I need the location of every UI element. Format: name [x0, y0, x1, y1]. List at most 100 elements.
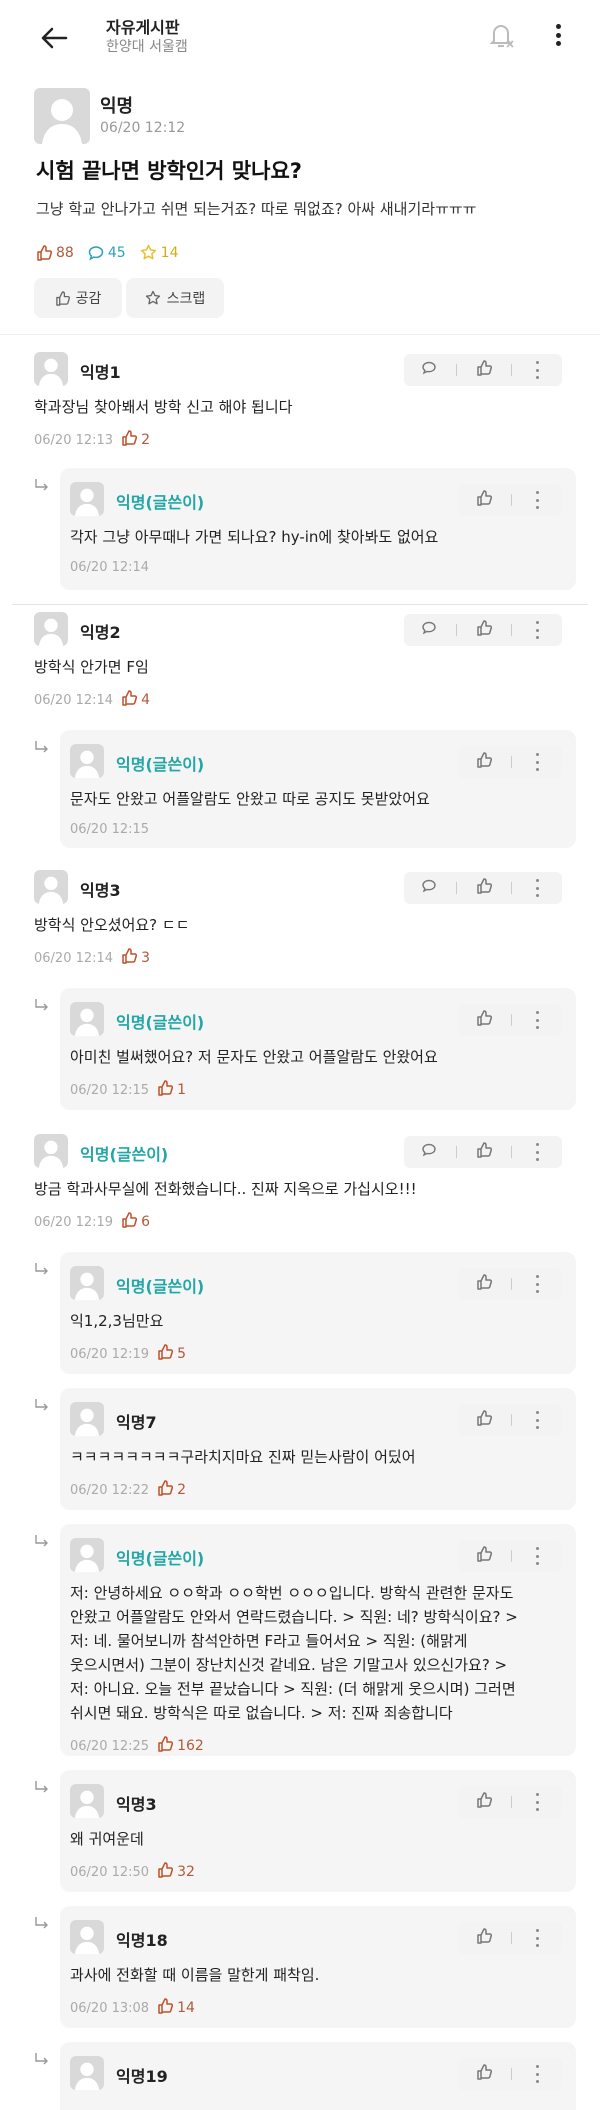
comment-date: 06/20 12:15	[70, 822, 150, 837]
reply-comment-icon[interactable]	[421, 360, 437, 380]
comment-actions	[458, 1922, 562, 1954]
reply-comment-icon[interactable]	[421, 620, 437, 640]
post-stats: 88 45 14	[36, 244, 178, 261]
reply-arrow-icon	[34, 478, 50, 494]
thumbs-up-icon[interactable]	[476, 878, 493, 898]
comment-author: 익명(글쓴이)	[116, 755, 205, 774]
reply-arrow-icon	[34, 1534, 50, 1550]
comment-text: 문자도 안왔고 어플알람도 안왔고 따로 공지도 못받았어요	[70, 790, 430, 808]
comment-like-count: 5	[157, 1344, 186, 1364]
avatar	[34, 352, 68, 386]
reply-arrow-icon	[34, 998, 50, 1014]
comment-more-icon[interactable]	[531, 1009, 545, 1031]
avatar	[70, 1920, 104, 1954]
comment-actions	[404, 614, 562, 646]
thumbs-up-icon[interactable]	[476, 1010, 492, 1030]
comment-like-count: 1	[157, 1080, 186, 1100]
reply-arrow-icon	[34, 1262, 50, 1278]
thumbs-up-icon[interactable]	[476, 1142, 493, 1162]
like-button[interactable]: 공감	[34, 278, 122, 318]
comment-text: 저: 안녕하세요 ㅇㅇ학과 ㅇㅇ학번 ㅇㅇㅇ입니다. 방학식 관련한 문자도	[70, 1584, 514, 1602]
comment-date: 06/20 12:22	[70, 1482, 150, 1498]
school-name: 한양대 서울캠	[106, 39, 188, 55]
thumbs-up-icon[interactable]	[476, 1410, 492, 1430]
thumbs-up-icon[interactable]	[476, 1274, 492, 1294]
comment-meta: 06/20 12:15	[70, 822, 149, 837]
comment-author: 익명(글쓴이)	[116, 1277, 205, 1296]
comment-actions	[404, 872, 562, 904]
comment-more-icon[interactable]	[531, 877, 545, 899]
comment-like-count: 2	[157, 1480, 186, 1500]
thumbs-up-icon[interactable]	[476, 620, 493, 640]
scrap-button[interactable]: 스크랩	[126, 278, 224, 318]
comment-date: 06/20 12:25	[70, 1738, 150, 1754]
comment-author: 익명1	[80, 363, 121, 382]
comment-more-icon[interactable]	[531, 1273, 545, 1295]
scrap-count: 14	[140, 244, 178, 261]
thread-divider	[12, 604, 588, 605]
comment-more-icon[interactable]	[531, 359, 545, 381]
comment-author: 익명19	[116, 2067, 168, 2086]
thumbs-up-icon[interactable]	[476, 490, 492, 510]
comment-more-icon[interactable]	[531, 1141, 545, 1163]
star-icon	[140, 244, 156, 260]
avatar	[70, 1002, 104, 1036]
avatar	[70, 1266, 104, 1300]
back-arrow-icon[interactable]	[36, 20, 72, 56]
avatar	[70, 2056, 104, 2090]
comment-meta: 06/20 13:08 14	[70, 1998, 195, 2018]
avatar	[34, 612, 68, 646]
notification-off-icon[interactable]	[484, 18, 518, 52]
reply-arrow-icon	[34, 1916, 50, 1932]
reply-comment-icon[interactable]	[421, 878, 437, 898]
thumbs-up-icon	[55, 290, 70, 306]
comment-actions	[458, 1004, 562, 1036]
comment-like-count: 6	[121, 1212, 150, 1232]
thumbs-up-icon	[157, 1080, 174, 1100]
comment-text: 아미친 벌써했어요? 저 문자도 안왔고 어플알람도 안왔어요	[70, 1048, 438, 1066]
like-count: 88	[36, 245, 74, 261]
thumbs-up-icon[interactable]	[476, 1792, 492, 1812]
comment-more-icon[interactable]	[531, 1791, 545, 1813]
comment-more-icon[interactable]	[531, 1545, 545, 1567]
comment-date: 06/20 12:15	[70, 1082, 150, 1098]
comment-more-icon[interactable]	[531, 1409, 545, 1431]
comment-more-icon[interactable]	[531, 751, 545, 773]
thumbs-up-icon[interactable]	[476, 752, 492, 772]
comment-author: 익명2	[80, 623, 121, 642]
comment-author: 익명(글쓴이)	[116, 493, 205, 512]
reply-comment-icon[interactable]	[421, 1142, 437, 1162]
comment-more-icon[interactable]	[531, 1927, 545, 1949]
comment-author: 익명(글쓴이)	[116, 1549, 205, 1568]
comment-text: 왜 귀여운데	[70, 1830, 144, 1848]
comment-text: 저: 네. 물어보니까 참석안하면 F라고 들어서요 > 직원: (해맑게	[70, 1632, 468, 1650]
thumbs-up-icon[interactable]	[476, 2064, 492, 2084]
thumbs-up-icon[interactable]	[476, 360, 493, 380]
thumbs-up-icon[interactable]	[476, 1928, 492, 1948]
comment-more-icon[interactable]	[531, 489, 545, 511]
post-author: 익명	[100, 96, 134, 117]
app-header: 자유게시판 한양대 서울캠	[0, 0, 600, 70]
avatar	[70, 1538, 104, 1572]
comment-more-icon[interactable]	[531, 2063, 545, 2085]
thumbs-up-icon[interactable]	[476, 1546, 492, 1566]
comment-text: 과사에 전화할 때 이름을 말한게 패착임.	[70, 1966, 320, 1984]
comment-more-icon[interactable]	[531, 619, 545, 641]
comment-actions	[404, 1136, 562, 1168]
comment-actions	[458, 746, 562, 778]
comment-actions	[458, 2058, 562, 2090]
comment-text: 저: 아니요. 오늘 전부 끝났습니다 > 직원: (더 해맑게 웃으시며) 그…	[70, 1680, 516, 1698]
comment-text: 쉬시면 돼요. 방학식은 따로 없습니다. > 저: 진짜 죄송합니다	[70, 1704, 453, 1722]
comment-date: 06/20 13:08	[70, 2000, 150, 2016]
reply-arrow-icon	[34, 1398, 50, 1414]
comment-meta: 06/20 12:14	[70, 560, 149, 575]
comment-actions	[404, 354, 562, 386]
comment-like-count: 14	[157, 1998, 195, 2018]
comment-text: 웃으시면서) 그분이 장난치신것 같네요. 남은 기말고사 있으신가요? >	[70, 1656, 508, 1674]
more-menu-icon[interactable]	[546, 20, 570, 50]
thumbs-up-icon	[121, 430, 138, 450]
avatar	[70, 1784, 104, 1818]
comment-author: 익명(글쓴이)	[116, 1013, 205, 1032]
board-title: 자유게시판	[106, 18, 180, 37]
thumbs-up-icon	[121, 690, 138, 710]
